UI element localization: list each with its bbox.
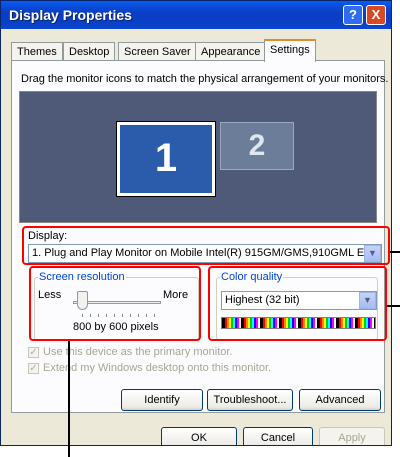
troubleshoot-button[interactable]: Troubleshoot... [207, 389, 293, 411]
primary-monitor-checkbox[interactable]: ✓ [28, 347, 39, 358]
extend-desktop-label: Extend my Windows desktop onto this moni… [43, 362, 272, 374]
tab-desktop[interactable]: Desktop [63, 42, 116, 61]
window-title: Display Properties [9, 7, 132, 23]
annotation-line-display [390, 251, 400, 253]
annotation-box-resolution [29, 266, 201, 341]
apply-button[interactable]: Apply [319, 427, 385, 445]
advanced-button[interactable]: Advanced [299, 389, 381, 411]
tab-settings[interactable]: Settings [264, 39, 316, 62]
annotation-line-resolution [68, 341, 70, 457]
identify-button[interactable]: Identify [121, 389, 203, 411]
annotation-box-display [22, 226, 390, 265]
tab-themes[interactable]: Themes [11, 42, 63, 61]
help-button[interactable]: ? [343, 5, 363, 25]
display-properties-window: Display Properties ? X Themes Desktop Sc… [0, 0, 392, 446]
annotation-box-color-quality [208, 266, 387, 341]
monitor-1-icon[interactable]: 1 [116, 121, 216, 197]
extend-desktop-checkbox[interactable]: ✓ [28, 363, 39, 374]
arrangement-instruction: Drag the monitor icons to match the phys… [21, 73, 389, 85]
ok-button[interactable]: OK [161, 427, 237, 445]
close-icon: X [371, 7, 381, 22]
primary-monitor-label: Use this device as the primary monitor. [43, 346, 233, 358]
cancel-button[interactable]: Cancel [243, 427, 313, 445]
close-button[interactable]: X [366, 5, 386, 25]
monitor-2-icon[interactable]: 2 [220, 122, 294, 170]
annotation-line-color [387, 305, 400, 307]
title-bar[interactable]: Display Properties ? X [1, 1, 391, 29]
tab-appearance[interactable]: Appearance [195, 42, 267, 61]
tab-screen-saver[interactable]: Screen Saver [118, 42, 197, 61]
help-icon: ? [349, 7, 357, 22]
